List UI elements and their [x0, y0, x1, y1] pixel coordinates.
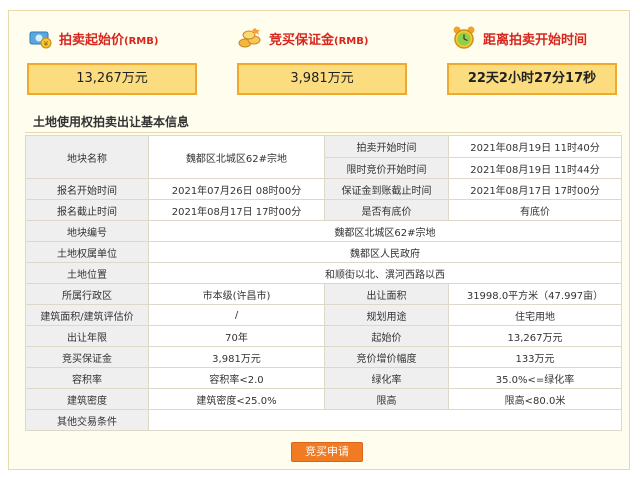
money-icon: ¥: [27, 25, 53, 51]
stats-bar: ¥ 拍卖起始价(RMB) 13,267万元 竞买保证金(RMB) 3,981万元…: [9, 11, 631, 107]
table-row: 出让年限 70年 起始价 13,267万元: [25, 325, 622, 347]
reg-start-value: 2021年07月26日 08时00分: [148, 178, 325, 200]
deposit-value: 3,981万元: [237, 63, 407, 95]
term-value: 70年: [148, 325, 325, 347]
bid-apply-button[interactable]: 竞买申请: [291, 442, 363, 462]
parcel-no-label: 地块编号: [25, 220, 149, 242]
table-row: 土地位置 和顺街以北、潩河西路以西: [25, 262, 622, 284]
density-label: 建筑密度: [25, 388, 149, 410]
increment-value: 133万元: [448, 346, 622, 368]
area-value: 31998.0平方米（47.997亩）: [448, 283, 622, 305]
deposit-label: 竞买保证金(RMB): [269, 33, 369, 48]
limit-start-label: 限时竞价开始时间: [324, 157, 449, 179]
reg-end-value: 2021年08月17日 17时00分: [148, 199, 325, 221]
height-label: 限高: [324, 388, 449, 410]
table-row: 报名开始时间 2021年07月26日 08时00分 保证金到账截止时间 2021…: [25, 178, 622, 200]
parcel-name-value: 魏都区北城区62#宗地: [148, 135, 325, 179]
countdown-label: 距离拍卖开始时间: [483, 33, 588, 48]
start-price-row-value: 13,267万元: [448, 325, 622, 347]
auction-start-value: 2021年08月19日 11时40分: [448, 135, 622, 158]
density-value: 建筑密度<25.0%: [148, 388, 325, 410]
parcel-no-value: 魏都区北城区62#宗地: [148, 220, 622, 242]
land-info-table: 地块名称 魏都区北城区62#宗地 拍卖开始时间 2021年08月19日 11时4…: [25, 135, 622, 431]
table-row: 竞买保证金 3,981万元 竞价增价幅度 133万元: [25, 346, 622, 368]
deposit-row-value: 3,981万元: [148, 346, 325, 368]
coins-icon: [237, 25, 263, 51]
use-value: 住宅用地: [448, 304, 622, 326]
deposit-deadline-label: 保证金到账截止时间: [324, 178, 449, 200]
reserve-label: 是否有底价: [324, 199, 449, 221]
reserve-value: 有底价: [448, 199, 622, 221]
height-value: 限高<80.0米: [448, 388, 622, 410]
far-label: 容积率: [25, 367, 149, 389]
owner-value: 魏都区人民政府: [148, 241, 622, 263]
start-price-label: 拍卖起始价(RMB): [59, 33, 159, 48]
table-row: 容积率 容积率<2.0 绿化率 35.0%<=绿化率: [25, 367, 622, 389]
start-price-row-label: 起始价: [324, 325, 449, 347]
table-row: 地块名称 魏都区北城区62#宗地 拍卖开始时间 2021年08月19日 11时4…: [25, 135, 622, 179]
owner-label: 土地权属单位: [25, 241, 149, 263]
green-label: 绿化率: [324, 367, 449, 389]
table-row: 所属行政区 市本级(许昌市) 出让面积 31998.0平方米（47.997亩）: [25, 283, 622, 305]
increment-label: 竞价增价幅度: [324, 346, 449, 368]
location-value: 和顺街以北、潩河西路以西: [148, 262, 622, 284]
auction-start-label: 拍卖开始时间: [324, 135, 449, 158]
term-label: 出让年限: [25, 325, 149, 347]
table-row: 土地权属单位 魏都区人民政府: [25, 241, 622, 263]
section-divider: [25, 132, 621, 133]
use-label: 规划用途: [324, 304, 449, 326]
district-label: 所属行政区: [25, 283, 149, 305]
reg-start-label: 报名开始时间: [25, 178, 149, 200]
building-area-value: /: [148, 304, 325, 326]
parcel-name-label: 地块名称: [25, 135, 149, 179]
limit-start-value: 2021年08月19日 11时44分: [448, 157, 622, 179]
reg-end-label: 报名截止时间: [25, 199, 149, 221]
auction-panel: ¥ 拍卖起始价(RMB) 13,267万元 竞买保证金(RMB) 3,981万元…: [8, 10, 630, 470]
deposit-row-label: 竞买保证金: [25, 346, 149, 368]
other-value: [148, 409, 622, 431]
table-row: 建筑面积/建筑评估价 / 规划用途 住宅用地: [25, 304, 622, 326]
green-value: 35.0%<=绿化率: [448, 367, 622, 389]
area-label: 出让面积: [324, 283, 449, 305]
district-value: 市本级(许昌市): [148, 283, 325, 305]
countdown-value: 22天2小时27分17秒: [447, 63, 617, 95]
start-price-value: 13,267万元: [27, 63, 197, 95]
table-row: 建筑密度 建筑密度<25.0% 限高 限高<80.0米: [25, 388, 622, 410]
table-row: 报名截止时间 2021年08月17日 17时00分 是否有底价 有底价: [25, 199, 622, 221]
alarm-clock-icon: [451, 25, 477, 51]
section-title: 土地使用权拍卖出让基本信息: [33, 115, 190, 129]
building-area-label: 建筑面积/建筑评估价: [25, 304, 149, 326]
location-label: 土地位置: [25, 262, 149, 284]
other-label: 其他交易条件: [25, 409, 149, 431]
table-row: 地块编号 魏都区北城区62#宗地: [25, 220, 622, 242]
deposit-deadline-value: 2021年08月17日 17时00分: [448, 178, 622, 200]
svg-text:¥: ¥: [44, 40, 49, 48]
table-row: 其他交易条件: [25, 409, 622, 431]
far-value: 容积率<2.0: [148, 367, 325, 389]
